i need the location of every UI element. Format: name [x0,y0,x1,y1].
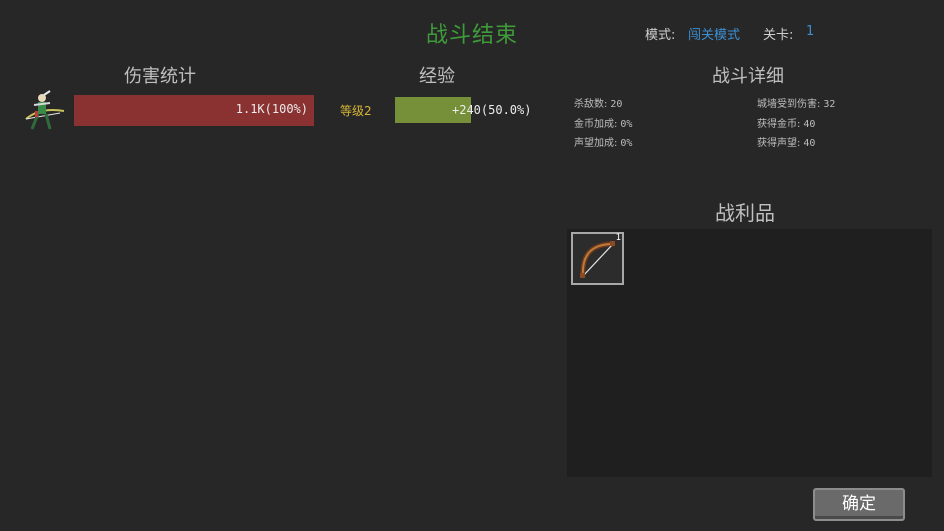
stage-label: 关卡: [763,28,794,43]
damage-bar: 1.1K(100%) [74,95,314,126]
stat-fame-earned-value: 40 [803,138,816,149]
stat-fame-earned-label: 获得声望: [757,138,801,149]
stat-fame-earned: 获得声望: 40 [757,134,815,149]
stat-wall-damage: 城墙受到伤害: 32 [757,95,835,110]
stat-wall-damage-value: 32 [823,99,836,110]
experience-gain: +240(50.0%) [452,103,532,117]
loot-item-count: 1 [615,233,621,243]
stage-value: 1 [806,24,815,39]
bow-icon [577,238,619,284]
damage-value: 1.1K(100%) [235,102,308,116]
archer-hero-icon [20,89,66,135]
experience-heading: 经验 [419,66,455,87]
loot-item-slot[interactable]: 1 [571,232,624,285]
stat-gold-bonus: 金币加成: 0% [574,115,632,130]
stat-gold-earned-value: 40 [803,119,816,130]
stat-kills: 杀敌数: 20 [574,95,622,110]
stat-wall-damage-label: 城墙受到伤害: [757,99,821,110]
page-title: 战斗结束 [426,23,519,48]
stat-fame-bonus-value: 0% [620,138,633,149]
mode-value: 闯关模式 [688,28,741,43]
level-label: 等级2 [340,104,372,118]
damage-stats-heading: 伤害统计 [124,66,196,87]
stat-gold-earned: 获得金币: 40 [757,115,815,130]
stat-gold-earned-label: 获得金币: [757,119,801,130]
loot-heading: 战利品 [715,201,775,225]
stat-fame-bonus: 声望加成: 0% [574,134,632,149]
confirm-button[interactable]: 确定 [813,488,905,521]
experience-bar: +240(50.0%) [395,97,547,123]
mode-label: 模式: [645,28,676,43]
stat-gold-bonus-value: 0% [620,119,633,130]
stat-fame-bonus-label: 声望加成: [574,138,618,149]
stat-kills-value: 20 [610,99,623,110]
stat-gold-bonus-label: 金币加成: [574,119,618,130]
battle-details-heading: 战斗详细 [712,66,784,87]
stat-kills-label: 杀敌数: [574,99,608,110]
